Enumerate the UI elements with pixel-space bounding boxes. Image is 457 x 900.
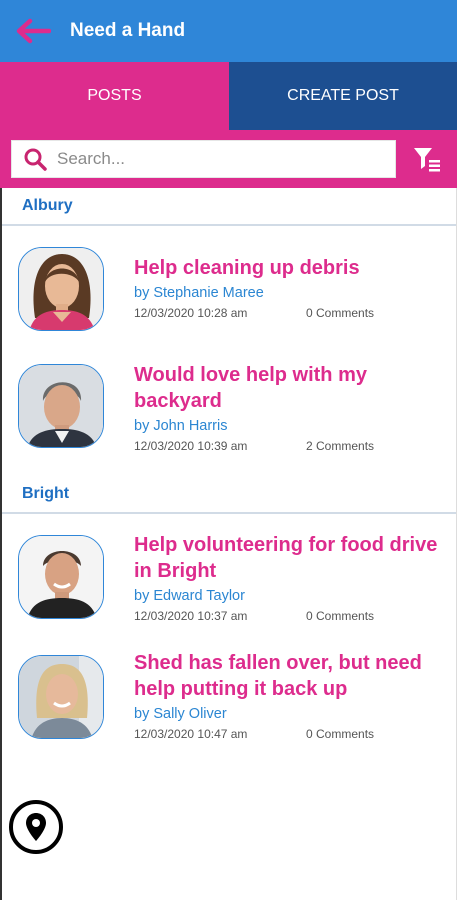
group-header-albury: Albury [2, 188, 456, 226]
avatar [18, 364, 104, 448]
post-date: 12/03/2020 10:47 am [134, 727, 248, 741]
filter-list-icon [413, 148, 440, 172]
app-title: Need a Hand [70, 20, 186, 41]
post-comments: 0 Comments [306, 727, 375, 741]
location-button[interactable] [9, 800, 63, 854]
filter-button[interactable] [396, 130, 457, 188]
post-body: Would love help with my backyard by John… [134, 362, 456, 453]
tab-posts[interactable]: POSTS [0, 62, 229, 130]
post-author[interactable]: by John Harris [134, 418, 456, 434]
post-list: Albury Help cleaning up debris by Stepha… [0, 188, 457, 900]
post-meta: 12/03/2020 10:39 am 2 Comments [134, 439, 456, 453]
avatar [18, 655, 104, 739]
post-meta: 12/03/2020 10:28 am 0 Comments [134, 306, 456, 320]
post-title: Shed has fallen over, but need help putt… [134, 652, 422, 700]
post-comments: 0 Comments [306, 306, 375, 320]
search-box [11, 140, 396, 178]
search-icon [24, 148, 47, 171]
list-item[interactable]: Help volunteering for food drive in Brig… [2, 532, 456, 647]
post-body: Help volunteering for food drive in Brig… [134, 532, 456, 623]
post-meta: 12/03/2020 10:47 am 0 Comments [134, 727, 456, 741]
tab-bar: POSTS CREATE POST [0, 62, 457, 130]
app-bar: Need a Hand [0, 0, 457, 62]
post-title: Help volunteering for food drive in Brig… [134, 534, 438, 582]
back-button[interactable] [10, 11, 56, 51]
post-comments: 0 Comments [306, 609, 375, 623]
search-input[interactable] [57, 149, 377, 169]
post-title: Would love help with my backyard [134, 364, 367, 412]
group-header-bright: Bright [2, 476, 456, 514]
post-date: 12/03/2020 10:37 am [134, 609, 248, 623]
post-meta: 12/03/2020 10:37 am 0 Comments [134, 609, 456, 623]
post-body: Shed has fallen over, but need help putt… [134, 650, 456, 741]
post-body: Help cleaning up debris by Stephanie Mar… [134, 255, 456, 320]
post-comments: 2 Comments [306, 439, 375, 453]
search-bar [0, 130, 457, 188]
post-date: 12/03/2020 10:39 am [134, 439, 248, 453]
post-date: 12/03/2020 10:28 am [134, 306, 248, 320]
arrow-left-icon [16, 18, 51, 44]
tab-create-post[interactable]: CREATE POST [229, 62, 457, 130]
post-author[interactable]: by Edward Taylor [134, 588, 456, 604]
list-item[interactable]: Help cleaning up debris by Stephanie Mar… [2, 247, 456, 357]
list-item[interactable]: Shed has fallen over, but need help putt… [2, 652, 456, 767]
post-title: Help cleaning up debris [134, 257, 360, 279]
post-author[interactable]: by Sally Oliver [134, 706, 456, 722]
list-item[interactable]: Would love help with my backyard by John… [2, 364, 456, 476]
avatar [18, 247, 104, 331]
post-author[interactable]: by Stephanie Maree [134, 285, 456, 301]
location-pin-icon [26, 813, 46, 841]
avatar [18, 535, 104, 619]
